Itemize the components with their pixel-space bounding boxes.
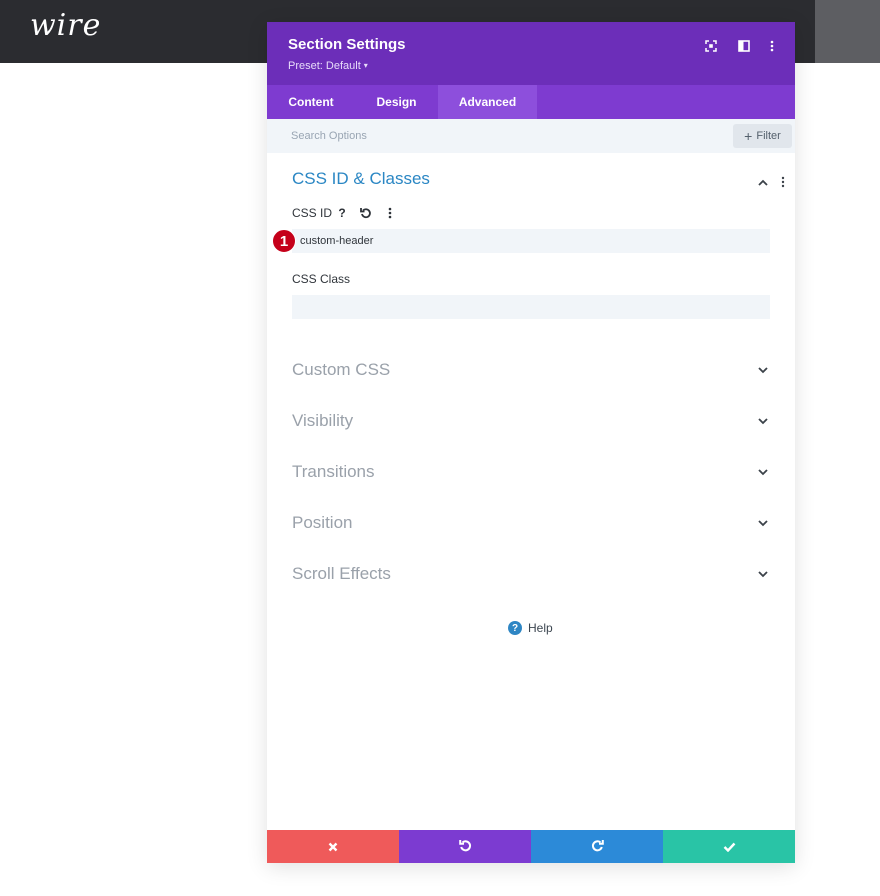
css-id-label: CSS ID [292,206,333,220]
reset-icon[interactable] [359,206,373,220]
cancel-button[interactable] [267,830,399,863]
expand-icon[interactable] [703,38,719,54]
redo-button[interactable] [531,830,663,863]
caret-down-icon: ▾ [363,61,368,70]
tab-design[interactable]: Design [355,85,438,119]
chevron-down-icon [756,414,770,428]
visibility-title: Visibility [292,411,354,430]
tab-bar: Content Design Advanced [267,85,795,119]
more-vertical-icon[interactable] [764,38,780,54]
css-id-field[interactable] [292,229,770,253]
split-view-icon[interactable] [736,38,752,54]
redo-icon [591,839,604,855]
undo-icon [458,839,472,855]
site-logo[interactable]: wire [30,8,101,43]
settings-body: CSS ID & Classes CSS ID ? 1 CSS Class Cu… [267,153,795,830]
css-class-field[interactable] [292,295,770,319]
check-icon [723,839,736,855]
preset-selector[interactable]: Preset: Default ▾ [288,60,368,72]
scroll-effects-toggle[interactable]: Scroll Effects [267,556,795,592]
field-more-icon[interactable] [383,206,397,220]
chevron-down-icon [756,567,770,581]
plus-icon: + [744,128,753,144]
help-question-icon[interactable]: ? [335,206,349,220]
transitions-toggle[interactable]: Transitions [267,454,795,490]
css-class-label: CSS Class [292,272,351,286]
modal-title: Section Settings [288,36,406,53]
tab-content[interactable]: Content [267,85,355,119]
filter-button[interactable]: + Filter [733,124,792,148]
tab-advanced[interactable]: Advanced [438,85,537,119]
search-input[interactable] [291,119,691,153]
transitions-title: Transitions [292,462,375,481]
chevron-down-icon [756,465,770,479]
section-title[interactable]: CSS ID & Classes [292,169,430,189]
help-label: Help [528,621,553,635]
chevron-down-icon [756,516,770,530]
section-settings-modal: Section Settings Preset: Default ▾ Conten… [267,22,795,863]
search-bar: + Filter [267,119,795,153]
preset-label: Preset: Default [288,60,361,72]
chevron-up-icon[interactable] [756,175,770,189]
save-button[interactable] [663,830,795,863]
help-icon: ? [508,621,522,635]
position-title: Position [292,513,353,532]
scroll-effects-title: Scroll Effects [292,564,391,583]
close-icon [328,839,338,855]
filter-label: Filter [756,130,781,142]
custom-css-toggle[interactable]: Custom CSS [267,352,795,388]
site-header-shade [815,0,880,63]
visibility-toggle[interactable]: Visibility [267,403,795,439]
position-toggle[interactable]: Position [267,505,795,541]
help-link[interactable]: ? Help [508,619,553,637]
step-badge: 1 [272,229,296,253]
chevron-down-icon [756,363,770,377]
custom-css-title: Custom CSS [292,360,391,379]
modal-header: Section Settings Preset: Default ▾ [267,22,795,85]
section-more-icon[interactable] [776,175,790,189]
undo-button[interactable] [399,830,531,863]
modal-footer [267,830,795,863]
